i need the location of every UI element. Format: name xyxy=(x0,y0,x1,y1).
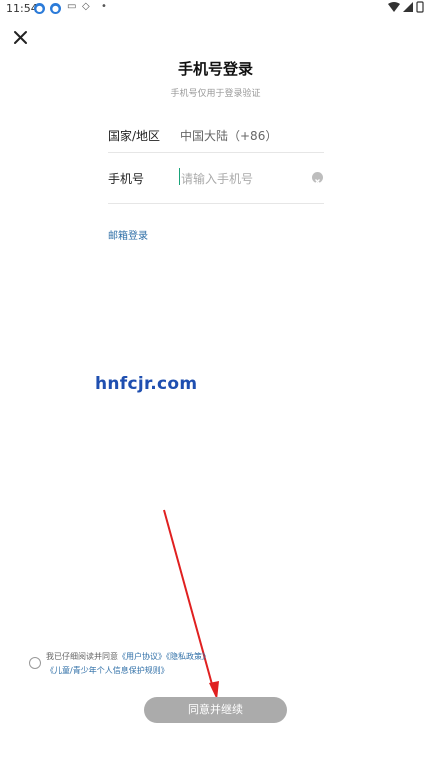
privacy-policy-link[interactable]: 《隐私政策》 xyxy=(166,652,210,661)
agreement-text: 我已仔细阅读并同意《用户协议》《隐私政策》 xyxy=(46,651,210,662)
region-label: 国家/地区 xyxy=(108,129,161,143)
close-icon xyxy=(14,31,27,44)
user-agreement-link[interactable]: 《用户协议》 xyxy=(118,652,166,661)
status-time: 11:54 xyxy=(6,2,38,15)
page-subtitle: 手机号仅用于登录验证 xyxy=(170,89,261,99)
divider xyxy=(108,152,324,153)
clear-input-button[interactable] xyxy=(312,172,323,184)
page-title: 手机号登录 xyxy=(177,60,253,78)
divider xyxy=(108,203,324,204)
phone-input[interactable]: 请输入手机号 xyxy=(181,170,253,187)
status-right-icons xyxy=(387,1,425,16)
email-login-link[interactable]: 邮箱登录 xyxy=(108,227,148,242)
wifi-icon xyxy=(388,2,400,12)
phone-label: 手机号 xyxy=(108,172,145,186)
agreement-prefix: 我已仔细阅读并同意 xyxy=(46,652,118,661)
cube-icon: ◇ xyxy=(82,1,90,12)
child-policy-link[interactable]: 《儿童/青少年个人信息保护规则》 xyxy=(46,666,169,675)
agreement-text-line2: 《儿童/青少年个人信息保护规则》 xyxy=(46,665,169,676)
signal-icon xyxy=(403,2,413,12)
close-button[interactable] xyxy=(11,28,31,48)
dot-icon: • xyxy=(101,1,107,12)
watermark: hnfcjr.com xyxy=(95,374,198,394)
region-selector[interactable]: 中国大陆（+86） xyxy=(180,127,277,144)
controller-icon: ▭ xyxy=(67,1,77,12)
status-bar: 11:54 ● ● ▭ ◇ • xyxy=(0,0,431,18)
clear-icon xyxy=(315,179,320,184)
notification-icon: ● xyxy=(50,3,61,14)
agree-checkbox[interactable] xyxy=(29,657,41,669)
battery-icon xyxy=(416,1,424,13)
text-cursor xyxy=(179,168,180,185)
notification-icon: ● xyxy=(34,3,45,14)
agree-continue-button[interactable]: 同意并继续 xyxy=(144,697,287,723)
